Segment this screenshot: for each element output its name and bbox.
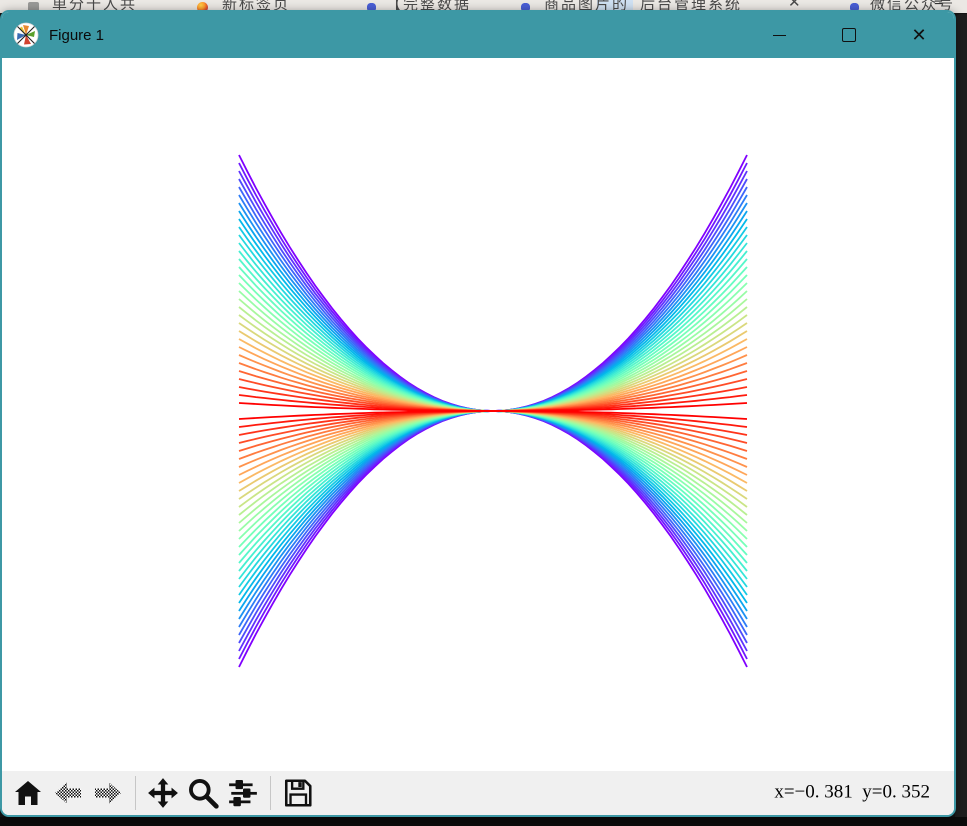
minimize-icon: [773, 35, 786, 36]
parabola-chart[interactable]: [2, 58, 954, 771]
close-icon: ✕: [911, 26, 926, 44]
cursor-coordinates: x=−0. 381 y=0. 352: [774, 782, 930, 804]
forward-arrow-icon: [92, 778, 124, 808]
configure-subplots-button[interactable]: [223, 773, 263, 813]
window-controls: ✕: [744, 12, 954, 58]
pan-button[interactable]: [143, 773, 183, 813]
desktop-background: [0, 817, 967, 826]
plot-canvas[interactable]: [2, 58, 954, 771]
back-arrow-icon: [52, 778, 84, 808]
magnifier-icon: [187, 777, 219, 809]
matplotlib-logo-icon: [13, 22, 39, 48]
forward-button[interactable]: [88, 773, 128, 813]
back-button[interactable]: [48, 773, 88, 813]
save-floppy-icon: [282, 777, 314, 809]
navigation-toolbar: x=−0. 381 y=0. 352: [2, 771, 954, 815]
home-button[interactable]: [8, 773, 48, 813]
figure-window: Figure 1 ✕: [0, 10, 956, 817]
close-button[interactable]: ✕: [884, 12, 954, 58]
sliders-icon: [227, 777, 259, 809]
browser-menu-icon[interactable]: ≡: [934, 0, 943, 10]
save-button[interactable]: [278, 773, 318, 813]
zoom-button[interactable]: [183, 773, 223, 813]
home-icon: [13, 778, 43, 808]
desktop-background: [955, 14, 967, 826]
title-bar[interactable]: Figure 1 ✕: [2, 12, 954, 58]
toolbar-separator: [270, 776, 271, 810]
toolbar-separator: [135, 776, 136, 810]
minimize-button[interactable]: [744, 12, 814, 58]
maximize-button[interactable]: [814, 12, 884, 58]
maximize-icon: [842, 28, 856, 42]
pan-icon: [147, 777, 179, 809]
window-title: Figure 1: [49, 27, 104, 44]
